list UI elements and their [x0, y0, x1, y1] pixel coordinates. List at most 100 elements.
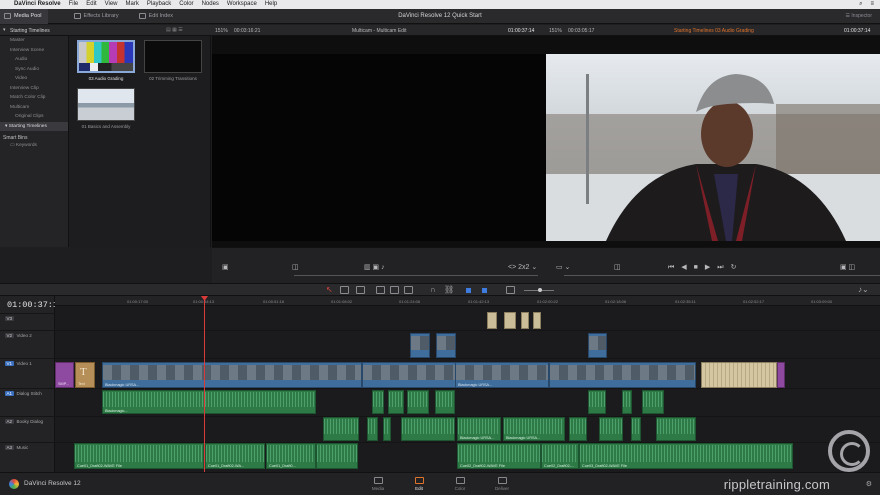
video-clip[interactable]	[436, 333, 456, 358]
music-clip[interactable]: Cue01_Draft02-WAVE File	[74, 443, 204, 469]
bin-item[interactable]: Multicam	[0, 103, 68, 113]
replace-icon[interactable]	[404, 286, 413, 294]
timeline-viewer[interactable]	[546, 36, 880, 247]
generator-clip[interactable]	[777, 362, 785, 388]
audio-clip[interactable]: Blackmagic URSA...	[457, 417, 501, 441]
source-zoom[interactable]: 151%	[215, 28, 228, 34]
graphic-clip[interactable]	[533, 312, 541, 329]
track-header-v1[interactable]: V1 Video 1	[0, 358, 55, 388]
timeline-thumbnail[interactable]	[144, 40, 202, 73]
bin-item[interactable]: Interview Clip	[0, 84, 68, 94]
marker-color-icon[interactable]	[482, 288, 487, 293]
zoom-options-icon[interactable]	[506, 286, 515, 294]
menu-nodes[interactable]: Nodes	[202, 0, 219, 9]
trim-tool-icon[interactable]	[340, 286, 349, 294]
program-timeline-name[interactable]: Starting Timelines 03 Audio Grading	[674, 28, 754, 34]
video-clip[interactable]	[588, 333, 607, 358]
flag-color-icon[interactable]	[466, 288, 471, 293]
project-settings-icon[interactable]: ⚙	[866, 480, 872, 488]
audio-clip[interactable]	[407, 390, 429, 414]
graphic-clip[interactable]	[504, 312, 516, 329]
source-scrubber[interactable]	[294, 275, 538, 276]
menu-list-icon[interactable]: ≡	[870, 0, 874, 9]
audio-clip[interactable]	[588, 390, 606, 414]
video-clip[interactable]	[549, 362, 696, 388]
smart-bin-item[interactable]: ▭ Keywords	[0, 141, 68, 151]
menu-help[interactable]: Help	[265, 0, 277, 9]
audio-clip[interactable]	[323, 417, 359, 441]
timeline-ruler[interactable]: 01:00:17:00 01:00:34:13 01:00:51:16 01:0…	[55, 296, 880, 306]
audio-clip[interactable]	[435, 390, 455, 414]
audio-clip[interactable]	[599, 417, 623, 441]
program-zoom[interactable]: 151%	[549, 28, 562, 34]
overwrite-icon[interactable]	[390, 286, 399, 294]
bin-item[interactable]: Original Clips	[0, 112, 68, 122]
music-clip[interactable]: Cue02_Draft02-WAVE File	[457, 443, 541, 469]
audio-clip[interactable]	[383, 417, 391, 441]
music-clip[interactable]: Cue01_Draft0...	[266, 443, 316, 469]
bin-item[interactable]: Master	[0, 36, 68, 46]
title-clip[interactable]: T Text	[75, 362, 95, 388]
tab-media[interactable]: Media	[362, 475, 394, 495]
bin-item[interactable]: Interview Scene	[0, 46, 68, 56]
audio-clip[interactable]	[367, 417, 378, 441]
audio-clip[interactable]	[401, 417, 455, 441]
music-clip[interactable]: Cue01_Draft02-WA...	[205, 443, 265, 469]
program-scrubber[interactable]	[564, 275, 880, 276]
tab-edit[interactable]: Edit	[403, 475, 435, 495]
edit-index-button[interactable]: Edit Index	[135, 9, 179, 24]
list-view-icon[interactable]: ▤ ▦ ☰	[166, 27, 183, 33]
menu-color[interactable]: Color	[179, 0, 193, 9]
music-clip[interactable]: Cue03_Draft02-WAVE File	[579, 443, 793, 469]
music-clip[interactable]	[316, 443, 358, 469]
source-safe-area-icon[interactable]: ▥ ▣ ♪	[364, 263, 385, 271]
audio-clip[interactable]	[642, 390, 664, 414]
graphic-clip[interactable]	[521, 312, 529, 329]
source-viewer[interactable]	[212, 36, 546, 247]
selection-tool-icon[interactable]: ↖	[326, 285, 333, 294]
music-clip[interactable]: Cue02_Draft02-...	[541, 443, 579, 469]
program-safe-area-icon[interactable]: ▣ ◫	[840, 263, 855, 271]
bin-item[interactable]: Sync Audio	[0, 65, 68, 75]
audio-meter-icon[interactable]: ♪⌄	[858, 285, 869, 294]
graphic-clip[interactable]	[701, 362, 777, 388]
track-header-v2[interactable]: V2 Video 2	[0, 330, 55, 358]
menu-workspace[interactable]: Workspace	[227, 0, 257, 9]
blade-tool-icon[interactable]	[356, 286, 365, 294]
audio-clip[interactable]	[622, 390, 632, 414]
generator-clip[interactable]: SMP...	[55, 362, 74, 388]
chevron-down-icon[interactable]: ▾	[3, 27, 6, 33]
zoom-slider-handle[interactable]	[538, 288, 542, 292]
transport-controls[interactable]: ⏮◀■▶⏭↻	[668, 263, 743, 272]
insert-icon[interactable]	[376, 286, 385, 294]
audio-clip[interactable]: Blackmagic URSA...	[503, 417, 565, 441]
video-clip[interactable]	[410, 333, 430, 358]
audio-clip[interactable]: Blackmagic...	[102, 390, 316, 414]
audio-clip[interactable]	[372, 390, 384, 414]
audio-clip[interactable]	[631, 417, 641, 441]
link-icon[interactable]: ⛓	[444, 285, 454, 294]
timeline-thumbnail[interactable]	[77, 88, 135, 121]
bin-item[interactable]: Match Color Clip	[0, 93, 68, 103]
track-header-v3[interactable]: V3	[0, 313, 55, 330]
effects-library-button[interactable]: Effects Library	[70, 9, 125, 24]
video-clip[interactable]: Blackmagic URSA...	[455, 362, 549, 388]
graphic-clip[interactable]	[487, 312, 497, 329]
track-header-a1[interactable]: A1 Dialog Stitch	[0, 388, 55, 416]
source-options-icon[interactable]: ▣	[222, 263, 229, 271]
snapping-icon[interactable]: ∩	[430, 285, 436, 294]
playhead[interactable]	[204, 296, 205, 472]
timeline-area[interactable]: 01:00:17:00 01:00:34:13 01:00:51:16 01:0…	[55, 296, 880, 472]
inspector-button[interactable]: ☰ Inspector	[846, 9, 872, 24]
track-header-a2[interactable]: A2 Booky Dialog	[0, 416, 55, 442]
program-audio-icon[interactable]: ◫	[614, 263, 621, 271]
timeline-thumbnail[interactable]	[77, 40, 135, 73]
tab-color[interactable]: Color	[444, 475, 476, 495]
media-pool-button[interactable]: Media Pool	[0, 8, 48, 24]
program-options-icon[interactable]: ▭ ⌄	[556, 263, 570, 271]
video-clip[interactable]: Blackmagic URSA...	[102, 362, 362, 388]
bin-item[interactable]: Video	[0, 74, 68, 84]
audio-clip[interactable]	[388, 390, 404, 414]
audio-clip[interactable]	[656, 417, 696, 441]
audio-clip[interactable]	[569, 417, 587, 441]
